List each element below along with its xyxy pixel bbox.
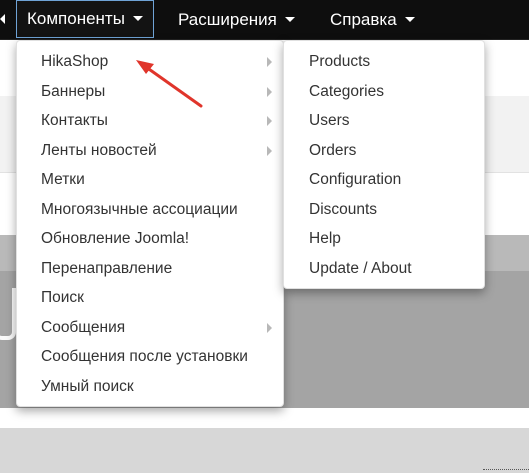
submenu-item-configuration[interactable]: Configuration (284, 165, 484, 194)
divider (0, 408, 529, 428)
components-dropdown: HikaShop Баннеры Контакты Ленты новостей… (16, 40, 284, 407)
menu-item-label: Обновление Joomla! (41, 230, 190, 247)
menu-item-contacts[interactable]: Контакты (17, 106, 283, 135)
nav-scroll-left-icon[interactable] (0, 14, 5, 24)
menu-item-label: Ленты новостей (41, 141, 157, 159)
submenu-item-discounts[interactable]: Discounts (284, 195, 484, 224)
submenu-item-label: Products (309, 53, 371, 70)
submenu-item-update-about[interactable]: Update / About (284, 254, 484, 283)
menu-item-label: Сообщения (41, 318, 126, 336)
nav-extensions[interactable]: Расширения (178, 0, 295, 39)
hikashop-submenu: Products Categories Users Orders Configu… (283, 40, 485, 289)
menu-item-label: Перенаправление (41, 259, 173, 277)
menu-item-label: HikaShop (41, 53, 109, 70)
menu-item-label: Метки (41, 171, 85, 188)
menu-item-joomla-update[interactable]: Обновление Joomla! (17, 224, 283, 253)
menu-item-newsfeeds[interactable]: Ленты новостей (17, 136, 283, 165)
submenu-item-label: Users (309, 112, 350, 129)
menu-item-smart-search[interactable]: Умный поиск (17, 372, 283, 401)
menu-item-label: Умный поиск (41, 377, 134, 395)
caret-down-icon (132, 16, 143, 22)
partial-logo-glyph (0, 288, 16, 340)
nav-components-label: Компоненты (27, 9, 125, 28)
menu-item-label: Баннеры (41, 82, 106, 100)
caret-down-icon (284, 17, 295, 23)
top-navbar: Компоненты Расширения Справка (0, 0, 529, 40)
submenu-item-products[interactable]: Products (284, 47, 484, 76)
submenu-item-label: Discounts (309, 200, 378, 218)
menu-item-multilingual-associations[interactable]: Многоязычные ассоциации (17, 195, 283, 224)
nav-help-label: Справка (330, 10, 397, 29)
submenu-item-label: Update / About (309, 259, 412, 277)
submenu-item-label: Orders (309, 141, 357, 159)
chevron-right-icon (267, 145, 272, 156)
nav-components[interactable]: Компоненты (16, 0, 154, 38)
menu-item-label: Поиск (41, 289, 84, 306)
nav-help[interactable]: Справка (330, 0, 415, 39)
submenu-item-label: Configuration (309, 171, 402, 188)
submenu-item-users[interactable]: Users (284, 106, 484, 135)
bottom-panel (0, 428, 529, 473)
menu-item-label: Многоязычные ассоциации (41, 200, 238, 218)
chevron-right-icon (267, 86, 272, 97)
nav-extensions-label: Расширения (178, 10, 277, 29)
submenu-item-label: Categories (309, 82, 384, 100)
submenu-item-label: Help (309, 230, 341, 247)
submenu-item-categories[interactable]: Categories (284, 77, 484, 106)
menu-item-search[interactable]: Поиск (17, 283, 283, 312)
caret-down-icon (404, 17, 415, 23)
submenu-item-orders[interactable]: Orders (284, 136, 484, 165)
menu-item-banners[interactable]: Баннеры (17, 77, 283, 106)
menu-item-messages[interactable]: Сообщения (17, 313, 283, 342)
menu-item-label: Контакты (41, 112, 108, 129)
dotted-divider (483, 469, 529, 470)
submenu-item-help[interactable]: Help (284, 224, 484, 253)
chevron-right-icon (267, 57, 272, 67)
menu-item-hikashop[interactable]: HikaShop (17, 47, 283, 76)
menu-item-tags[interactable]: Метки (17, 165, 283, 194)
menu-item-label: Сообщения после установки (41, 348, 248, 365)
chevron-right-icon (267, 322, 272, 333)
chevron-right-icon (267, 116, 272, 126)
menu-item-redirect[interactable]: Перенаправление (17, 254, 283, 283)
menu-item-postinstall-messages[interactable]: Сообщения после установки (17, 342, 283, 371)
